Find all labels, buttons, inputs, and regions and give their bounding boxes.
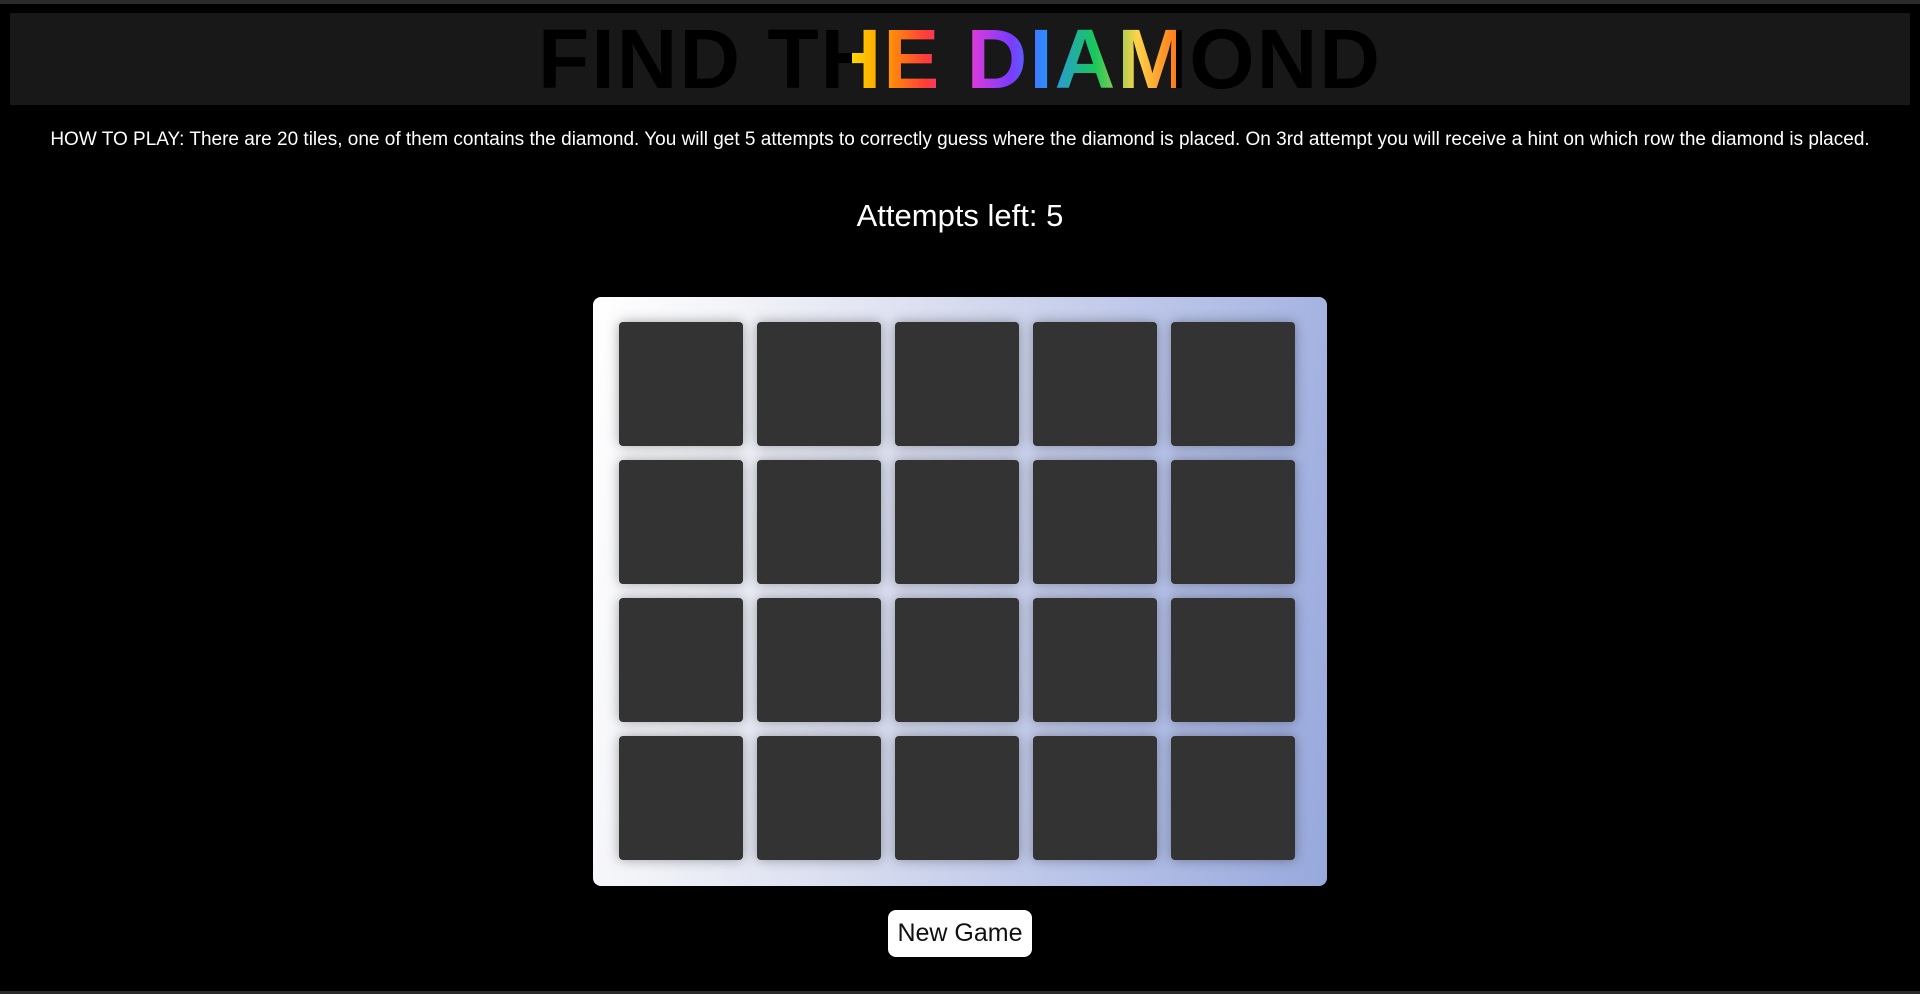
tile[interactable] — [757, 598, 881, 722]
tile[interactable] — [895, 736, 1019, 860]
tile[interactable] — [619, 322, 743, 446]
tile[interactable] — [1171, 598, 1295, 722]
tile[interactable] — [1033, 736, 1157, 860]
game-page: FIND THE DIAMOND HOW TO PLAY: There are … — [0, 0, 1920, 994]
tile[interactable] — [619, 736, 743, 860]
tile[interactable] — [895, 460, 1019, 584]
tile[interactable] — [895, 598, 1019, 722]
tile[interactable] — [757, 736, 881, 860]
tile-grid — [619, 322, 1296, 860]
tile[interactable] — [1033, 598, 1157, 722]
page-title: FIND THE DIAMOND — [538, 12, 1382, 106]
tile[interactable] — [619, 460, 743, 584]
attempts-left-counter: Attempts left: 5 — [856, 198, 1064, 233]
tile[interactable] — [1033, 460, 1157, 584]
tile[interactable] — [1171, 460, 1295, 584]
tile[interactable] — [1171, 322, 1295, 446]
tile[interactable] — [1033, 322, 1157, 446]
tile[interactable] — [895, 322, 1019, 446]
tile[interactable] — [619, 598, 743, 722]
tile[interactable] — [757, 460, 881, 584]
game-board — [593, 297, 1327, 886]
new-game-button[interactable]: New Game — [888, 910, 1032, 957]
title-bar: FIND THE DIAMOND — [10, 13, 1910, 105]
tile[interactable] — [1171, 736, 1295, 860]
how-to-play-text: HOW TO PLAY: There are 20 tiles, one of … — [50, 129, 1870, 150]
tile[interactable] — [757, 322, 881, 446]
